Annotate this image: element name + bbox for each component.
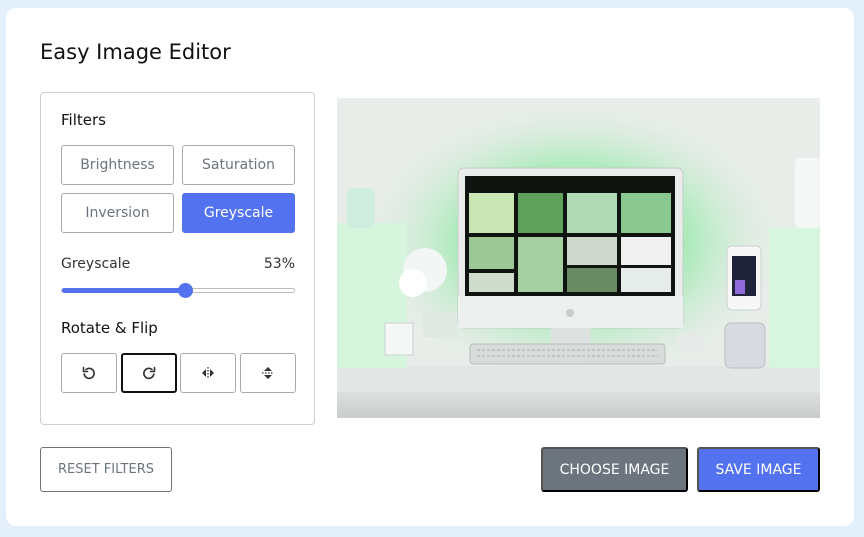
choose-image-button[interactable]: CHOOSE IMAGE <box>541 447 688 492</box>
reset-filters-button[interactable]: RESET FILTERS <box>40 447 172 492</box>
slider-thumb[interactable] <box>177 283 193 298</box>
filter-inversion-button[interactable]: Inversion <box>61 193 174 233</box>
page-title: Easy Image Editor <box>40 40 231 64</box>
editor-card: Easy Image Editor Filters Brightness Sat… <box>6 8 854 526</box>
slider-info: Greyscale 53% <box>61 256 295 272</box>
flip-horizontal-icon <box>202 367 214 379</box>
rotate-left-button[interactable] <box>61 353 117 393</box>
rotate-left-icon <box>82 366 95 380</box>
slider-fill <box>62 288 185 293</box>
image-preview <box>337 98 820 418</box>
controls-panel: Filters Brightness Saturation Inversion … <box>40 92 315 425</box>
slider-value: 53% <box>263 256 295 272</box>
flip-horizontal-button[interactable] <box>180 353 236 393</box>
slider-name: Greyscale <box>61 256 131 272</box>
filter-greyscale-button[interactable]: Greyscale <box>182 193 295 233</box>
preview-image <box>337 98 820 418</box>
filter-brightness-button[interactable]: Brightness <box>61 145 174 185</box>
greyscale-slider[interactable] <box>61 283 295 298</box>
rotate-right-button[interactable] <box>121 353 177 393</box>
rotate-flip-heading: Rotate & Flip <box>61 319 158 337</box>
save-image-button[interactable]: SAVE IMAGE <box>697 447 820 492</box>
filter-saturation-button[interactable]: Saturation <box>182 145 295 185</box>
filters-heading: Filters <box>61 111 106 129</box>
rotate-right-icon <box>143 366 156 380</box>
flip-vertical-button[interactable] <box>240 353 296 393</box>
flip-vertical-icon <box>262 367 274 379</box>
